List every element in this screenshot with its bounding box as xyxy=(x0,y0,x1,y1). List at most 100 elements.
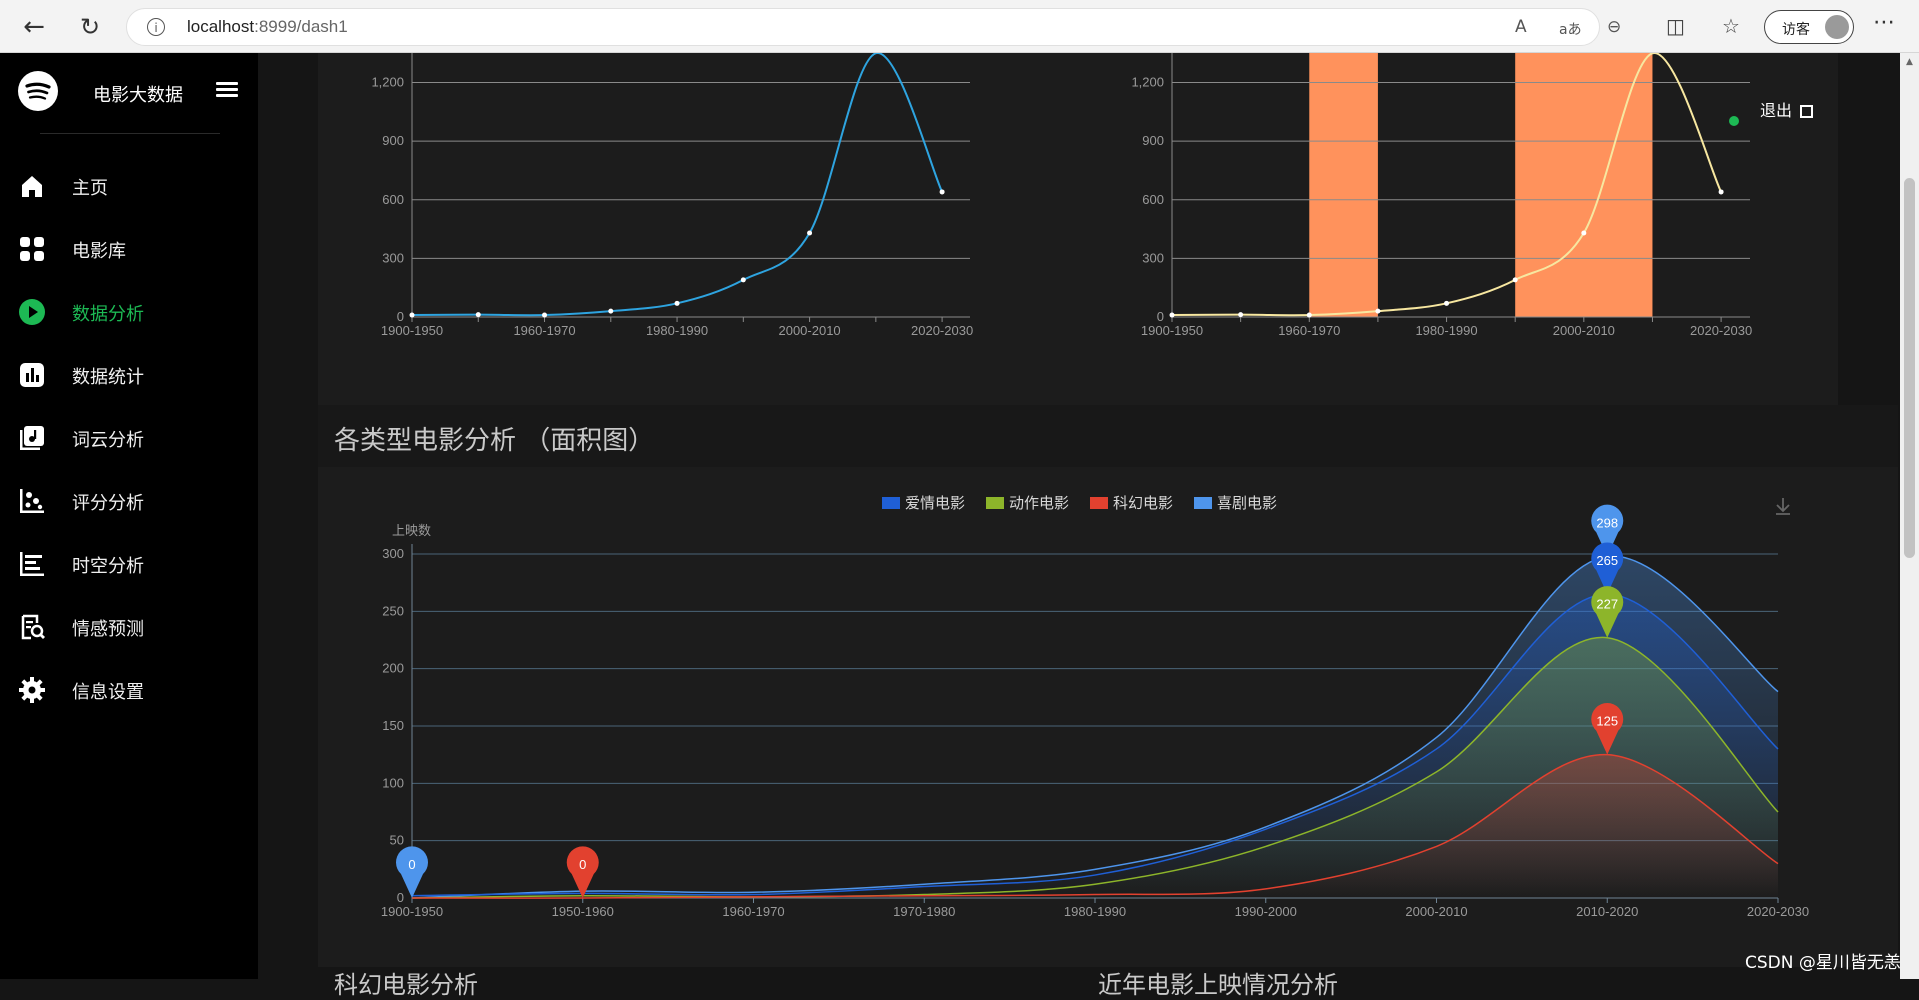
y-tick-label: 600 xyxy=(1142,192,1164,207)
x-tick-label: 1950-1960 xyxy=(552,904,614,919)
sidebar-item-label: 电影库 xyxy=(72,241,126,262)
marker-label: 227 xyxy=(1596,597,1618,612)
download-icon xyxy=(1776,498,1790,515)
sidebar-item-label: 评分分析 xyxy=(72,493,144,514)
split-screen-icon[interactable]: ◫ xyxy=(1666,14,1685,38)
sidebar-item-data-stats[interactable]: 数据统计 xyxy=(0,349,258,399)
highlight-point xyxy=(1729,116,1739,126)
page-scrollbar[interactable]: ▲ xyxy=(1900,53,1919,979)
y-tick-label: 150 xyxy=(382,718,404,733)
sidebar-item-wordcloud[interactable]: 词云分析 xyxy=(0,412,258,462)
x-tick-label: 1900-1950 xyxy=(381,904,443,919)
legend-swatch xyxy=(882,497,900,509)
x-tick-label: 2000-2010 xyxy=(778,323,840,338)
legend-swatch xyxy=(1090,497,1108,509)
url-path: :8999/dash1 xyxy=(254,17,348,36)
x-tick-label: 2020-2030 xyxy=(1747,904,1809,919)
sidebar-item-movie-library[interactable]: 电影库 xyxy=(0,223,258,273)
site-info-icon[interactable]: i xyxy=(147,18,165,36)
back-icon[interactable]: ← xyxy=(20,13,48,41)
data-point xyxy=(475,312,481,318)
legend-label: 爱情电影 xyxy=(905,495,965,512)
data-point xyxy=(939,189,945,195)
sidebar-item-home[interactable]: 主页 xyxy=(0,160,258,210)
section-title-scifi: 科幻电影分析 xyxy=(334,971,478,999)
sidebar-item-data-analysis[interactable]: 数据分析 xyxy=(0,286,258,336)
y-tick-label: 100 xyxy=(382,775,404,790)
divider xyxy=(40,133,220,134)
avatar xyxy=(1825,15,1849,39)
translate-icon[interactable]: aあ xyxy=(1559,19,1582,39)
section-title-recent: 近年电影上映情况分析 xyxy=(1098,971,1338,999)
y-tick-label: 0 xyxy=(397,890,404,905)
x-tick-label: 1980-1990 xyxy=(646,323,708,338)
more-menu-icon[interactable]: ⋯ xyxy=(1873,10,1896,35)
marker-label: 125 xyxy=(1596,714,1618,729)
home-icon xyxy=(22,176,42,197)
zoom-icon[interactable]: ⊖ xyxy=(1607,17,1621,37)
data-point xyxy=(740,277,746,283)
y-tick-label: 0 xyxy=(397,309,404,324)
line-chart-top-right: 0 300 600 900 1,200 1900-1950 1960-1970 1980-19… xyxy=(1131,53,1752,338)
grid-icon xyxy=(20,237,44,261)
x-tick-label: 1900-1950 xyxy=(1141,323,1203,338)
data-point xyxy=(674,300,680,306)
profile-button[interactable]: 访客 xyxy=(1764,10,1854,44)
scrollbar-thumb[interactable] xyxy=(1904,178,1915,558)
x-tick-label: 1980-1990 xyxy=(1415,323,1477,338)
x-tick-label: 2020-2030 xyxy=(911,323,973,338)
x-tick-label: 1990-2000 xyxy=(1235,904,1297,919)
play-icon xyxy=(19,299,45,325)
data-point xyxy=(409,312,415,318)
x-tick-label: 2000-2010 xyxy=(1553,323,1615,338)
legend-label: 科幻电影 xyxy=(1113,495,1173,512)
x-tick-label: 1900-1950 xyxy=(381,323,443,338)
x-tick-label: 2010-2020 xyxy=(1576,904,1638,919)
x-tick-label: 1970-1980 xyxy=(893,904,955,919)
highlight-band xyxy=(1515,53,1653,317)
data-point xyxy=(1581,230,1587,236)
watermark: CSDN @星川皆无恙 xyxy=(1745,953,1901,973)
sidebar-item-settings[interactable]: 信息设置 xyxy=(0,664,258,714)
y-tick-label: 300 xyxy=(382,546,404,561)
data-point xyxy=(1375,308,1381,314)
scatter-icon xyxy=(20,489,44,513)
y-tick-label: 300 xyxy=(1142,250,1164,265)
bar-chart-icon xyxy=(20,363,44,387)
read-aloud-icon[interactable]: A xyxy=(1515,17,1527,37)
sidebar-item-spatiotemporal[interactable]: 时空分析 xyxy=(0,538,258,588)
y-tick-label: 600 xyxy=(382,192,404,207)
url-host: localhost xyxy=(187,17,255,36)
x-tick-label: 1960-1970 xyxy=(722,904,784,919)
menu-toggle-icon[interactable] xyxy=(216,82,238,98)
gear-icon xyxy=(19,677,45,703)
y-axis-title: 上映数 xyxy=(392,523,431,538)
y-tick-label: 900 xyxy=(1142,133,1164,148)
profile-label: 访客 xyxy=(1782,22,1810,38)
music-note-icon xyxy=(20,426,44,450)
x-tick-label: 2000-2010 xyxy=(1405,904,1467,919)
sidebar-item-sentiment[interactable]: 情感预测 xyxy=(0,601,258,651)
reload-icon[interactable]: ↻ xyxy=(76,13,104,41)
data-point xyxy=(542,312,548,318)
data-point xyxy=(1444,300,1450,306)
spotify-logo-icon xyxy=(18,71,58,111)
sidebar-item-rating[interactable]: 评分分析 xyxy=(0,475,258,525)
sidebar-item-label: 信息设置 xyxy=(72,682,144,703)
data-point xyxy=(1306,312,1312,318)
legend-swatch xyxy=(1194,497,1212,509)
line-chart-top-left: 0 300 600 900 1,200 1900-1950 1960-1970 1980-19… xyxy=(371,53,973,338)
legend-swatch xyxy=(986,497,1004,509)
legend-label: 喜剧电影 xyxy=(1217,495,1277,512)
marker-label: 0 xyxy=(579,857,586,872)
data-point xyxy=(608,308,614,314)
timeline-icon xyxy=(20,552,44,576)
scroll-up-icon[interactable]: ▲ xyxy=(1906,57,1913,67)
marker-label: 265 xyxy=(1596,553,1618,568)
sidebar-item-label: 主页 xyxy=(72,178,108,199)
address-bar[interactable]: i localhost:8999/dash1 A aあ ⊖ xyxy=(126,8,1621,46)
url-text[interactable]: localhost:8999/dash1 xyxy=(187,17,348,37)
favorites-icon[interactable]: ☆ xyxy=(1722,14,1740,38)
data-point xyxy=(1169,312,1175,318)
data-point xyxy=(1718,189,1724,195)
